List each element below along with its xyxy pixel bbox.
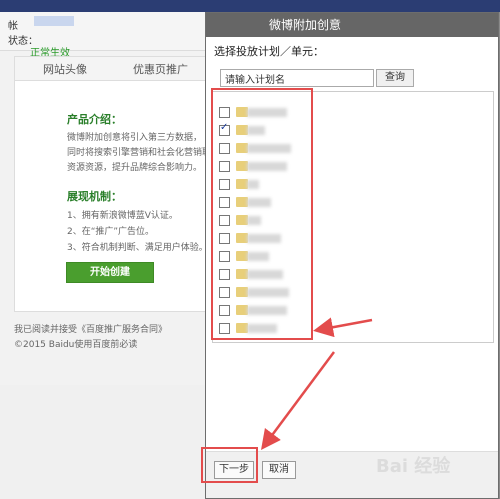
annotation-arrows <box>261 317 373 451</box>
arrow-to-list <box>313 317 373 338</box>
arrow-to-next-button <box>261 351 336 451</box>
watermark: Bai 经验 <box>376 456 451 477</box>
